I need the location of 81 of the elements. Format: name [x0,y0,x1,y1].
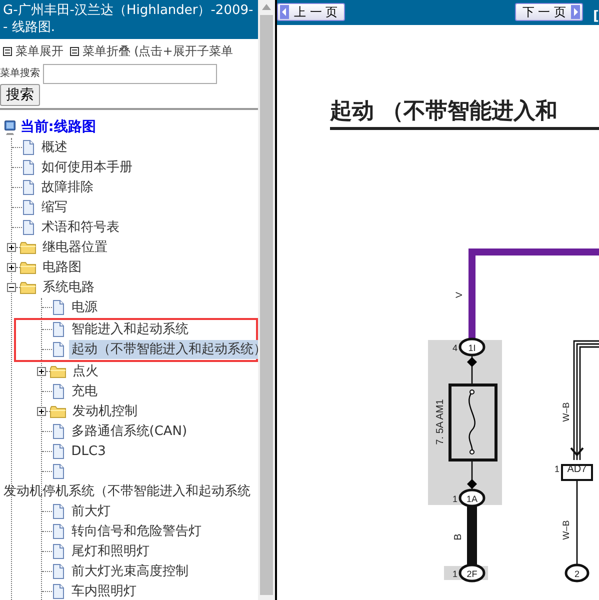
tree-item[interactable]: 缩写 [39,198,70,218]
page-icon [52,424,66,439]
tree-root-label[interactable]: 当前:线路图 [20,117,96,138]
tree-item[interactable]: 转向信号和危险警告灯 [69,522,204,542]
folder-icon [50,364,66,378]
diagram-label: AD7 [567,464,587,475]
tree-item[interactable]: 故障排除 [39,178,96,198]
right-arrow-icon [571,5,580,19]
diagram-label: W–B [561,402,571,422]
page-icon [52,584,66,599]
page-icon [52,524,66,539]
expand-icon[interactable] [7,243,16,252]
tree-item[interactable]: DLC3 [69,442,108,462]
search-label: 菜单搜索 [0,66,40,81]
diagram-label: B [453,534,464,540]
collapse-box-icon[interactable] [3,46,12,56]
previous-page-button[interactable]: 上 一 页 [277,3,345,21]
tree-item[interactable]: 发动机停机系统（不带智能进入和起动系统 [1,482,252,502]
page-icon [52,342,66,357]
diagram-label: 1 [452,494,458,504]
expand-icon[interactable] [7,263,16,272]
diagram-label: 7. 5A AM1 [435,399,446,445]
tree-item[interactable]: 发动机控制 [70,402,140,422]
tree-item[interactable]: 继电器位置 [40,238,110,258]
diagram-label: 1I [468,343,476,353]
tree-item[interactable]: 系统电路 [40,278,96,298]
menu-link[interactable]: 菜单折叠 (点击+展开子菜单 [82,42,233,60]
tree-item[interactable]: 起动（不带智能进入和起动系统） [69,340,258,360]
scrollbar[interactable] [258,0,275,600]
page-icon [22,140,36,155]
diagram-heading: 起动 （不带智能进入和 [330,98,599,130]
tree-item[interactable]: 前大灯光束高度控制 [69,562,190,582]
tree-item[interactable]: 车内照明灯 [69,582,138,600]
tree-item[interactable]: 前大灯 [69,502,112,522]
diagram-label: 1 [452,569,458,579]
tree-item[interactable]: 多路通信系统(CAN) [69,422,190,442]
diagram-label: 2 [574,569,580,579]
diagram-label: 1 [554,464,560,474]
page-icon [22,220,36,235]
tree-item[interactable]: 电路图 [40,258,84,278]
page-icon [22,180,36,195]
page-icon [22,200,36,215]
left-arrow-icon [280,5,289,19]
tree-item[interactable]: 术语和符号表 [39,218,122,238]
tree-item[interactable]: 电源 [69,298,100,318]
page-icon [52,444,66,459]
page-icon [52,322,66,337]
tree-item[interactable]: 如何使用本手册 [39,158,134,178]
diagram-label: 2F [466,569,478,579]
collapse-icon[interactable] [7,283,16,292]
collapse-box-icon[interactable] [70,46,79,56]
diagram-label: 4 [452,343,458,353]
diagram-label: 1A [466,494,478,504]
folder-icon [20,260,36,274]
diagram-label: V [454,292,464,298]
page-icon [22,160,36,175]
scrollbar-thumb[interactable] [260,15,273,595]
page-icon [52,384,66,399]
page-icon [52,464,66,479]
tree-item[interactable]: 尾灯和照明灯 [69,542,152,562]
folder-icon [50,404,66,418]
page-icon [52,300,66,315]
tree-item[interactable]: 智能进入和起动系统 [69,320,190,340]
page-icon [52,504,66,519]
folder-icon [20,280,36,294]
expand-icon[interactable] [37,367,46,376]
next-page-button[interactable]: 下 一 页 [515,3,584,21]
expand-icon[interactable] [37,407,46,416]
sidebar-title: G-广州丰田-汉兰达（Highlander）-2009-- 线路图. [0,0,258,39]
bracket-text: [ [593,8,599,26]
tree-item[interactable]: 概述 [39,138,70,158]
folder-icon [20,240,36,254]
menu-link[interactable]: 菜单展开 [16,42,64,60]
search-field[interactable] [43,64,218,84]
tree-item[interactable]: 充电 [69,382,100,402]
page-icon [52,564,66,579]
computer-icon [3,120,18,136]
page-icon [52,544,66,559]
tree-item[interactable]: 点火 [70,362,100,382]
search-button[interactable]: 搜索 [0,84,40,106]
diagram-label: W–B [561,520,571,540]
